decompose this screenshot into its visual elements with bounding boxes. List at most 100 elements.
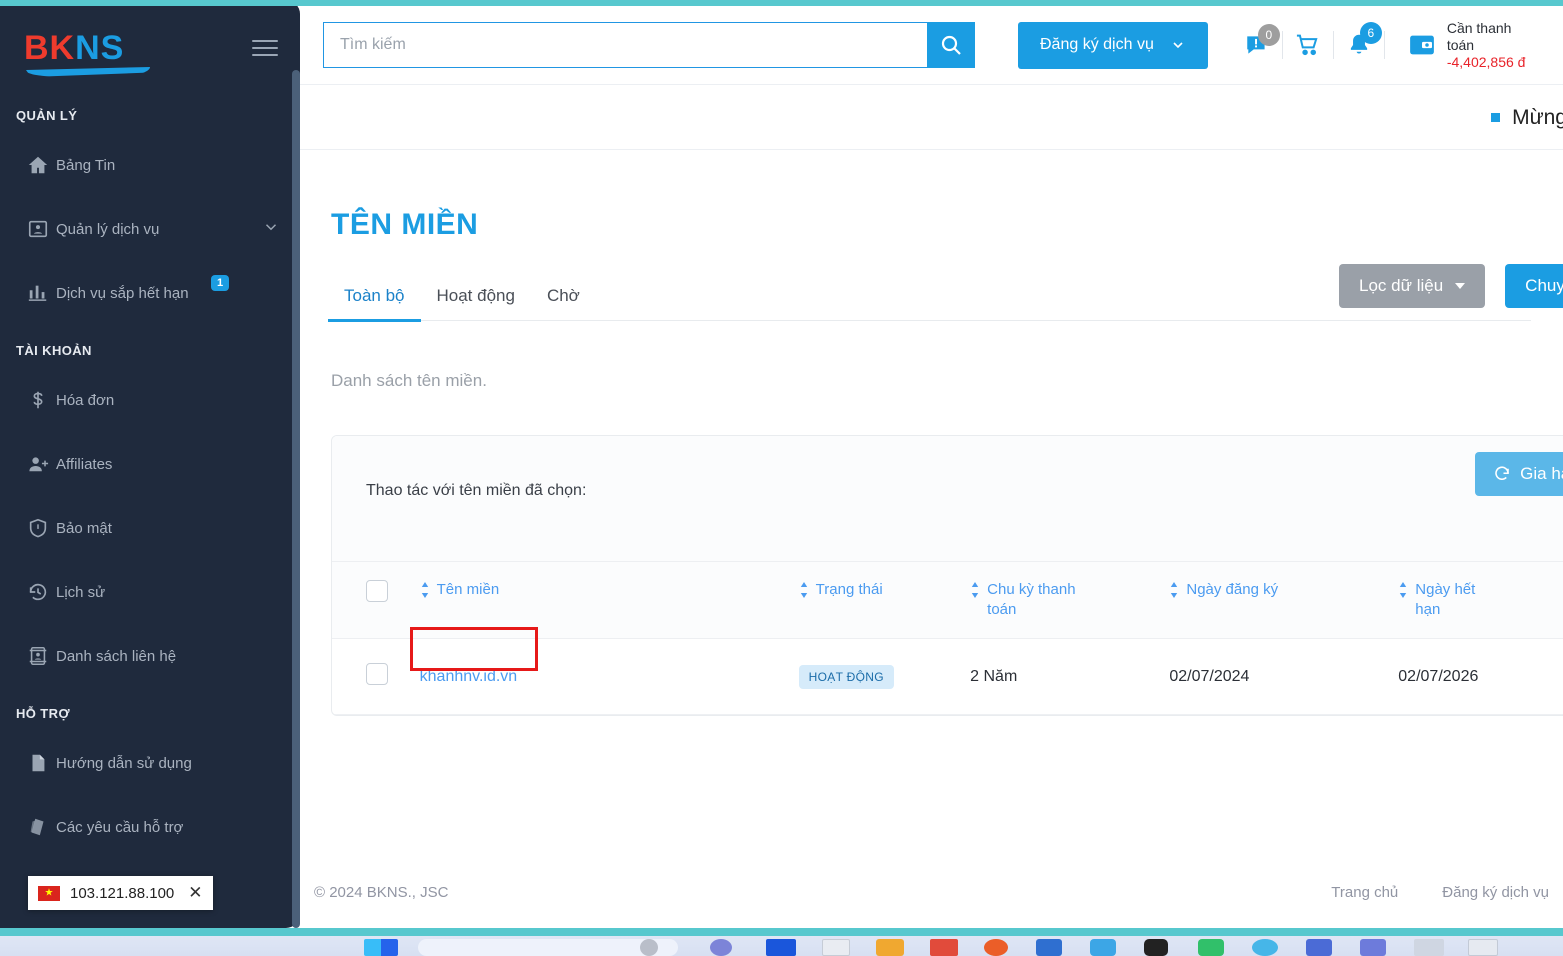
content-scrollbar[interactable]: [292, 70, 300, 928]
taskbar-search-box[interactable]: [418, 939, 678, 956]
sidebar: BKNS QUẢN LÝ Bảng Tin Quản lý dịch vụ Dị…: [0, 0, 300, 928]
dollar-icon: [20, 389, 56, 411]
domain-link[interactable]: khanhnv.id.vn: [420, 668, 518, 685]
bulk-transfer-button[interactable]: Chuyển nhiều tê: [1505, 264, 1563, 308]
wallet-summary[interactable]: Cần thanh toán -4,402,856 đ: [1407, 20, 1531, 71]
row-domain-cell: khanhnv.id.vn: [409, 627, 799, 715]
messages-button[interactable]: 0: [1232, 20, 1282, 70]
ip-address-text: 103.121.88.100: [70, 884, 175, 902]
th-registered-label: Ngày đăng ký: [1186, 581, 1279, 598]
domains-table: Tên miền Trạng thái Chu kỳ thanh toán Ng…: [332, 561, 1563, 715]
footer-link-trang-chu[interactable]: Trang chủ: [1331, 884, 1398, 901]
sidebar-item-dich-vu-sap-het-han[interactable]: Dịch vụ sắp hết hạn 1: [0, 261, 300, 325]
sidebar-item-cac-yeu-cau-ho-tro[interactable]: Các yêu cầu hỗ trợ: [0, 795, 300, 859]
filter-data-button[interactable]: Lọc dữ liệu: [1339, 264, 1486, 308]
taskbar-app-icon[interactable]: [930, 939, 958, 956]
vietnam-flag-icon: [38, 885, 60, 901]
sidebar-item-label: Affiliates: [56, 455, 113, 473]
logo-bk-text: BK: [24, 29, 76, 67]
sidebar-item-bang-tin[interactable]: Bảng Tin: [0, 133, 300, 197]
menu-toggle-icon[interactable]: [252, 35, 278, 61]
search-button[interactable]: [927, 22, 975, 68]
cart-button[interactable]: [1283, 20, 1333, 70]
search-input[interactable]: [323, 22, 927, 68]
bulk-actions-row-1: Gia hạn tên miền Name: [1475, 452, 1563, 496]
th-expires-label: Ngày hết hạn: [1415, 581, 1476, 618]
logo-ns-text: NS: [75, 29, 125, 67]
domains-card: Thao tác với tên miền đã chọn: Gia hạn t…: [331, 435, 1563, 716]
sidebar-item-bao-mat[interactable]: Bảo mật: [0, 496, 300, 560]
taskbar-outlook-icon[interactable]: [1306, 939, 1332, 956]
sidebar-item-lich-su[interactable]: Lịch sử: [0, 560, 300, 624]
tab-cho[interactable]: Chờ: [531, 286, 596, 320]
sidebar-item-huong-dan-su-dung[interactable]: Hướng dẫn sử dụng: [0, 731, 300, 795]
th-domain-label: Tên miền: [436, 581, 500, 598]
taskbar-app2-icon[interactable]: [1360, 939, 1386, 956]
tab-hoat-dong[interactable]: Hoạt động: [421, 286, 531, 320]
notifications-badge: 6: [1359, 22, 1382, 44]
row-status-cell: HOẠT ĐỘNG: [798, 638, 971, 715]
taskbar-explorer-icon[interactable]: [822, 939, 850, 956]
footer-link-dang-ky-dich-vu[interactable]: Đăng ký dịch vụ: [1442, 884, 1549, 901]
shield-icon: [20, 517, 56, 539]
taskbar-firefox-icon[interactable]: [984, 939, 1008, 956]
chart-icon: [20, 282, 56, 304]
sidebar-item-label: Dịch vụ sắp hết hạn: [56, 284, 189, 302]
taskbar-terminal-icon[interactable]: [1144, 939, 1168, 956]
th-registered[interactable]: Ngày đăng ký: [1169, 561, 1399, 639]
table-header-row: Tên miền Trạng thái Chu kỳ thanh toán Ng…: [332, 561, 1563, 639]
taskbar-teams-icon[interactable]: [710, 939, 732, 956]
taskbar-edge-icon[interactable]: [766, 939, 796, 956]
select-all-checkbox[interactable]: [366, 580, 388, 602]
taskbar-start-icon[interactable]: [364, 939, 398, 956]
taskbar-excel-icon[interactable]: [1198, 939, 1224, 956]
taskbar-folder-icon[interactable]: [876, 939, 904, 956]
bullet-icon: [1491, 113, 1501, 122]
table-row[interactable]: khanhnv.id.vn HOẠT ĐỘNG 2 Năm 02/07/2024…: [332, 627, 1563, 715]
taskbar-app4-icon[interactable]: [1468, 939, 1498, 956]
user-plus-icon: [20, 453, 56, 476]
chevron-down-icon[interactable]: [262, 218, 280, 240]
sidebar-item-affiliates[interactable]: Affiliates: [0, 432, 300, 496]
sidebar-item-quan-ly-dich-vu[interactable]: Quản lý dịch vụ: [0, 197, 300, 261]
domains-table-head: Tên miền Trạng thái Chu kỳ thanh toán Ng…: [332, 561, 1563, 639]
tab-bar: Toàn bộ Hoạt động Chờ Lọc dữ liệu Chuyển…: [328, 264, 1563, 322]
sidebar-item-label: Bảng Tin: [56, 156, 116, 174]
sort-icon[interactable]: [420, 580, 430, 601]
notifications-button[interactable]: 6: [1334, 20, 1384, 70]
support-icon: [20, 816, 56, 838]
sidebar-item-label: Bảo mật: [56, 519, 112, 537]
taskbar-chat-icon[interactable]: [1090, 939, 1116, 956]
caret-down-icon: [1455, 283, 1466, 289]
tab-toan-bo[interactable]: Toàn bộ: [328, 286, 421, 322]
register-service-button[interactable]: Đăng ký dịch vụ: [1018, 21, 1208, 69]
th-select-all: [332, 561, 420, 639]
taskbar-word-icon[interactable]: [1036, 939, 1062, 956]
sort-icon[interactable]: [970, 580, 980, 601]
row-checkbox[interactable]: [366, 663, 388, 685]
close-icon[interactable]: ✕: [184, 883, 202, 903]
sidebar-item-hoa-don[interactable]: Hóa đơn: [0, 368, 300, 432]
sidebar-item-label: Các yêu cầu hỗ trợ: [56, 818, 184, 836]
renew-domain-button[interactable]: Gia hạn tên miền: [1475, 452, 1563, 496]
th-domain[interactable]: Tên miền: [419, 561, 799, 639]
sort-icon[interactable]: [1398, 580, 1408, 601]
th-expires[interactable]: Ngày hết hạn: [1398, 561, 1563, 639]
taskbar-app3-icon[interactable]: [1414, 939, 1444, 956]
sidebar-badge-count: 1: [211, 275, 230, 291]
th-cycle[interactable]: Chu kỳ thanh toán: [970, 561, 1170, 639]
th-status[interactable]: Trạng thái: [798, 561, 971, 639]
sidebar-item-label: Hướng dẫn sử dụng: [56, 754, 192, 772]
taskbar-browser-icon[interactable]: [1252, 939, 1278, 956]
ip-address-tooltip[interactable]: 103.121.88.100 ✕: [28, 876, 213, 910]
list-note: Danh sách tên miền.: [331, 371, 487, 390]
taskbar-avatar-icon[interactable]: [640, 939, 658, 956]
row-cycle-cell: 2 Năm: [970, 638, 1170, 715]
cart-icon: [1296, 34, 1318, 56]
sidebar-item-danh-sach-lien-he[interactable]: Danh sách liên hệ: [0, 624, 300, 688]
bkns-logo[interactable]: BKNS: [24, 29, 150, 77]
sort-icon[interactable]: [799, 580, 809, 601]
sort-icon[interactable]: [1169, 580, 1179, 601]
bottom-accent-bar: [0, 928, 1563, 936]
announcement-inner[interactable]: Mừng N: [1491, 106, 1563, 130]
